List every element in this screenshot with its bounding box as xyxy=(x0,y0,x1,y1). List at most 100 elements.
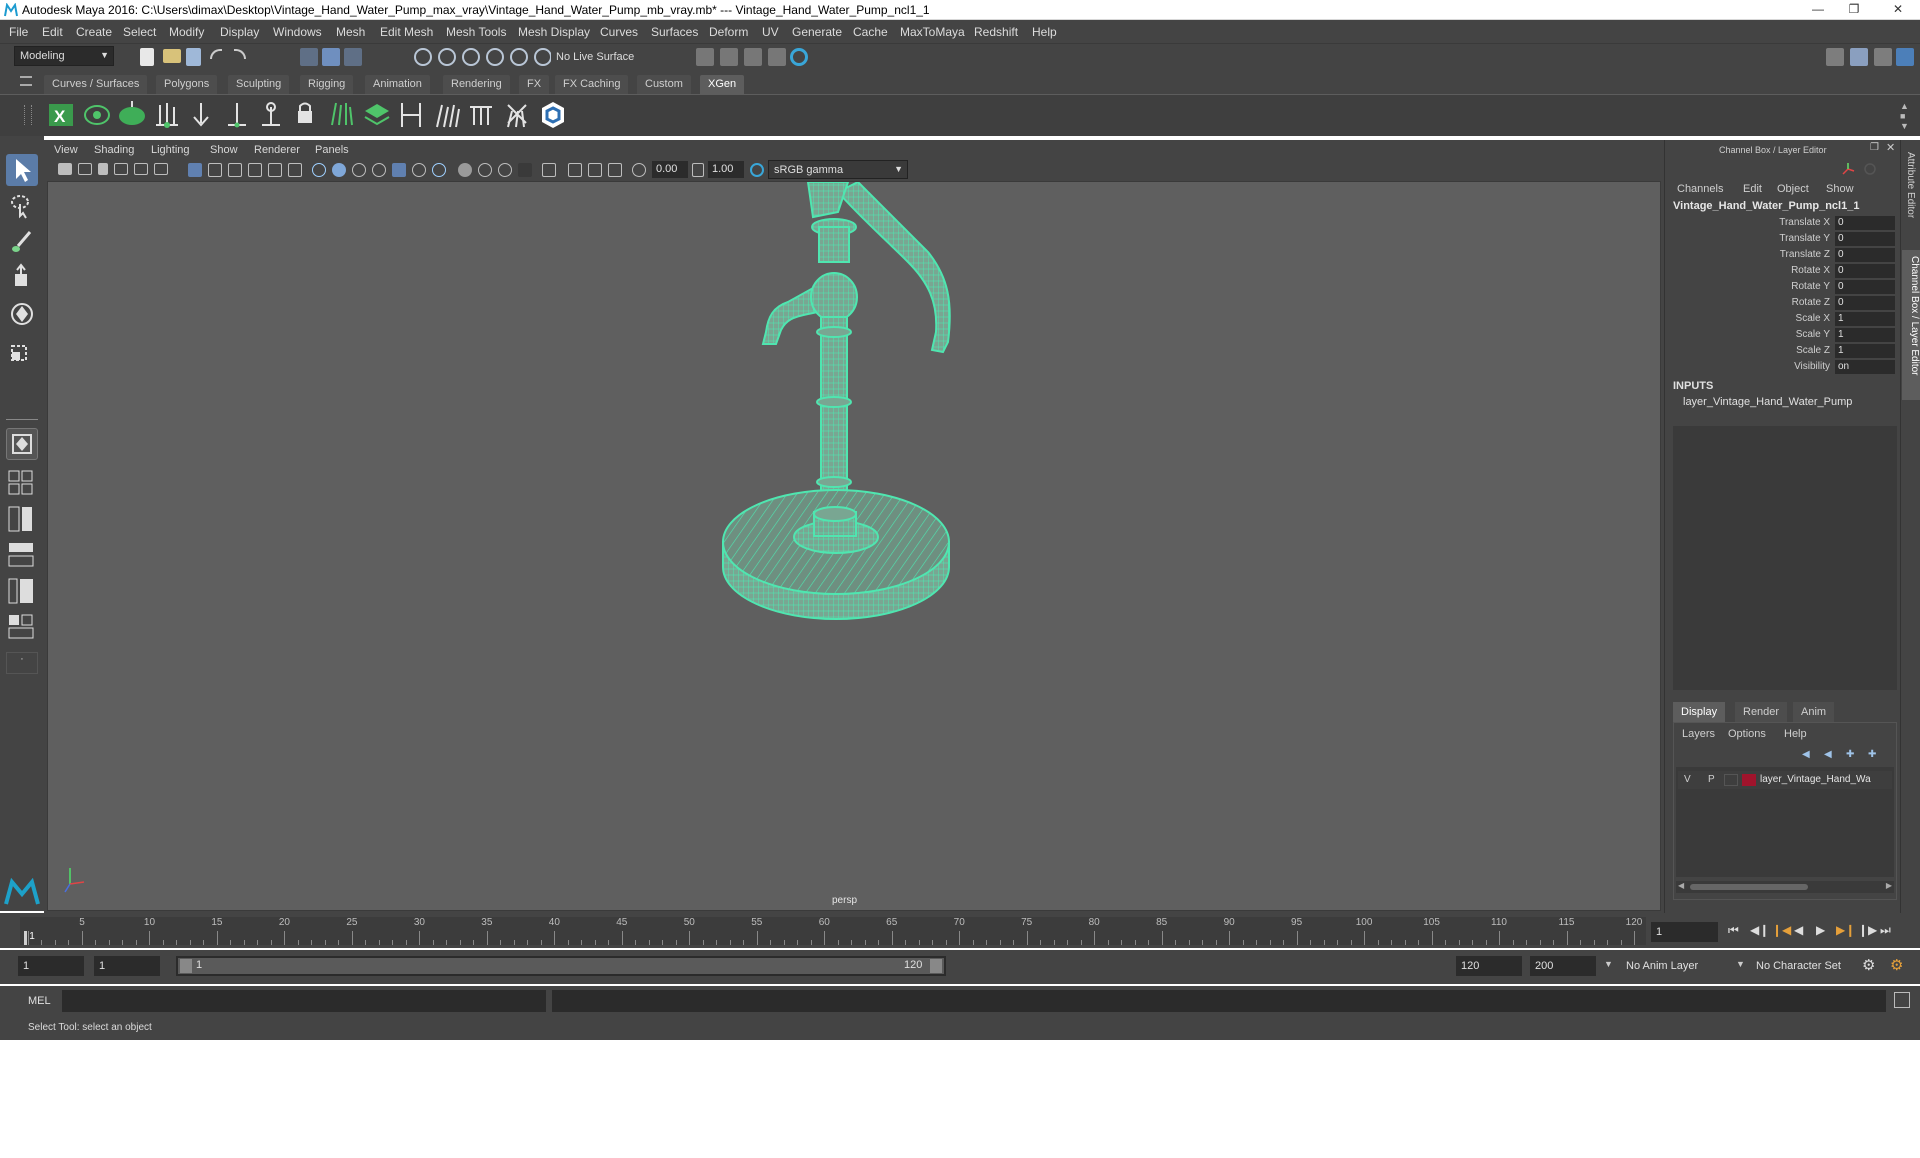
channels-show-menu[interactable]: Show xyxy=(1826,183,1854,195)
menu-create[interactable]: Create xyxy=(76,25,112,39)
layer-color-swatch[interactable] xyxy=(1742,774,1756,786)
menu-generate[interactable]: Generate xyxy=(792,25,842,39)
anim-layer-dropdown[interactable]: No Anim Layer xyxy=(1620,956,1740,976)
close-window-button[interactable]: ✕ xyxy=(1876,0,1920,18)
layer-help-menu[interactable]: Help xyxy=(1784,728,1807,740)
menu-mesh-display[interactable]: Mesh Display xyxy=(518,25,590,39)
menu-display[interactable]: Display xyxy=(220,25,259,39)
motion-blur-icon[interactable] xyxy=(478,163,492,177)
xgen-lock-guides-icon[interactable] xyxy=(290,99,320,131)
viewport-menu-renderer[interactable]: Renderer xyxy=(254,144,300,156)
layer-name[interactable]: layer_Vintage_Hand_Wa xyxy=(1760,774,1871,785)
layout-outliner-button[interactable] xyxy=(6,540,38,570)
playback-start-field[interactable]: 1 xyxy=(94,956,160,976)
attr-value[interactable]: 0 xyxy=(1835,264,1895,278)
undo-icon[interactable] xyxy=(210,49,222,59)
safe-action-icon[interactable] xyxy=(288,163,302,177)
layers-menu[interactable]: Layers xyxy=(1682,728,1715,740)
toolbox-more-button[interactable]: · xyxy=(6,652,38,674)
rotate-tool-button[interactable] xyxy=(6,298,38,330)
attr-value[interactable]: 0 xyxy=(1835,248,1895,262)
range-handle-start[interactable] xyxy=(180,959,192,973)
command-input[interactable] xyxy=(62,990,546,1012)
menu-mesh[interactable]: Mesh xyxy=(336,25,365,39)
shelf-tab-custom[interactable]: Custom xyxy=(637,75,691,94)
chevron-down-icon[interactable]: ▼ xyxy=(1736,959,1745,969)
current-frame-field[interactable]: 1 xyxy=(1651,922,1718,942)
xgen-layers-icon[interactable] xyxy=(362,99,392,131)
channel-box-side-tab[interactable]: Channel Box / Layer Editor xyxy=(1902,250,1920,400)
range-slider[interactable]: 1 120 xyxy=(176,956,946,976)
exposure-field[interactable]: 0.00 xyxy=(652,161,688,178)
animation-start-field[interactable]: 1 xyxy=(18,956,84,976)
xgen-groom-icon[interactable] xyxy=(326,99,356,131)
xgen-guide-length-icon[interactable] xyxy=(256,99,286,131)
layer-scrollbar[interactable]: ◀ ▶ xyxy=(1676,881,1894,893)
inputs-item[interactable]: layer_Vintage_Hand_Water_Pump xyxy=(1683,396,1852,408)
menu-redshift[interactable]: Redshift xyxy=(974,25,1018,39)
viewport-menu-panels[interactable]: Panels xyxy=(315,144,349,156)
isolate-select-icon[interactable] xyxy=(542,163,556,177)
animation-end-field[interactable]: 200 xyxy=(1530,956,1596,976)
shelf-tab-xgen[interactable]: XGen xyxy=(700,75,745,94)
menu-select[interactable]: Select xyxy=(123,25,156,39)
default-material-icon[interactable] xyxy=(352,163,366,177)
screen-space-ao-icon[interactable] xyxy=(458,163,472,177)
layout-two-pane-button[interactable] xyxy=(6,504,38,534)
menu-curves[interactable]: Curves xyxy=(600,25,638,39)
menu-deform[interactable]: Deform xyxy=(709,25,748,39)
xray-icon[interactable] xyxy=(568,163,582,177)
minimize-button[interactable]: — xyxy=(1804,0,1832,18)
menu-file[interactable]: File xyxy=(9,25,28,39)
menu-edit-mesh[interactable]: Edit Mesh xyxy=(380,25,433,39)
new-layer-selected-icon[interactable]: ✚ xyxy=(1868,749,1876,760)
textured-icon[interactable] xyxy=(392,163,406,177)
smooth-shade-icon[interactable] xyxy=(332,163,346,177)
script-editor-icon[interactable] xyxy=(1894,992,1910,1008)
menu-windows[interactable]: Windows xyxy=(273,25,322,39)
new-scene-icon[interactable] xyxy=(140,48,154,66)
render-current-frame-icon[interactable] xyxy=(720,48,738,66)
layer-type-toggle[interactable] xyxy=(1724,774,1738,786)
lasso-tool-button[interactable] xyxy=(6,190,38,222)
attr-value[interactable]: 0 xyxy=(1835,216,1895,230)
channels-menu[interactable]: Channels xyxy=(1677,183,1723,195)
scroll-left-icon[interactable]: ◀ xyxy=(1678,881,1684,890)
scale-tool-button[interactable] xyxy=(6,334,38,366)
close-panel-icon[interactable]: ✕ xyxy=(1886,141,1895,154)
float-panel-icon[interactable]: ❐ xyxy=(1870,142,1879,153)
xray-components-icon[interactable] xyxy=(608,163,622,177)
snap-grid-icon[interactable] xyxy=(414,48,432,66)
render-settings-icon[interactable] xyxy=(696,48,714,66)
scroll-right-icon[interactable]: ▶ xyxy=(1886,881,1892,890)
tool-settings-toggle-icon[interactable] xyxy=(1874,48,1892,66)
command-language-label[interactable]: MEL xyxy=(28,995,51,1007)
channels-edit-menu[interactable]: Edit xyxy=(1743,183,1762,195)
select-tool-button[interactable] xyxy=(6,154,38,186)
shelf-tab-polygons[interactable]: Polygons xyxy=(156,75,218,94)
gamma-icon[interactable] xyxy=(692,163,704,177)
attr-value[interactable]: 1 xyxy=(1835,344,1895,358)
object-name[interactable]: Vintage_Hand_Water_Pump_ncl1_1 xyxy=(1673,200,1859,212)
snap-view-plane-icon[interactable] xyxy=(486,48,504,66)
select-by-hierarchy-icon[interactable] xyxy=(300,48,318,66)
menu-edit[interactable]: Edit xyxy=(42,25,63,39)
xray-joints-icon[interactable] xyxy=(588,163,602,177)
shelf-tab-rendering[interactable]: Rendering xyxy=(443,75,510,94)
channel-box-toggle-icon[interactable] xyxy=(1896,48,1914,66)
redo-icon[interactable] xyxy=(234,49,246,59)
shadows-icon[interactable] xyxy=(432,163,446,177)
layout-four-pane-button[interactable] xyxy=(6,468,38,498)
character-set-dropdown[interactable]: No Character Set xyxy=(1750,956,1862,976)
layer-row[interactable]: V P layer_Vintage_Hand_Wa xyxy=(1678,771,1892,789)
shelf-tab-sculpting[interactable]: Sculpting xyxy=(228,75,290,94)
layer-playback-toggle[interactable]: P xyxy=(1708,774,1715,785)
layer-tab-anim[interactable]: Anim xyxy=(1793,702,1835,722)
wireframe-on-shaded-icon[interactable] xyxy=(372,163,386,177)
two-d-pan-icon[interactable] xyxy=(134,163,148,175)
shelf-tab-fx-caching[interactable]: FX Caching xyxy=(555,75,629,94)
modeling-toolkit-icon[interactable] xyxy=(1826,48,1844,66)
channels-object-menu[interactable]: Object xyxy=(1777,183,1809,195)
viewport-menu-view[interactable]: View xyxy=(54,144,78,156)
select-by-component-icon[interactable] xyxy=(344,48,362,66)
